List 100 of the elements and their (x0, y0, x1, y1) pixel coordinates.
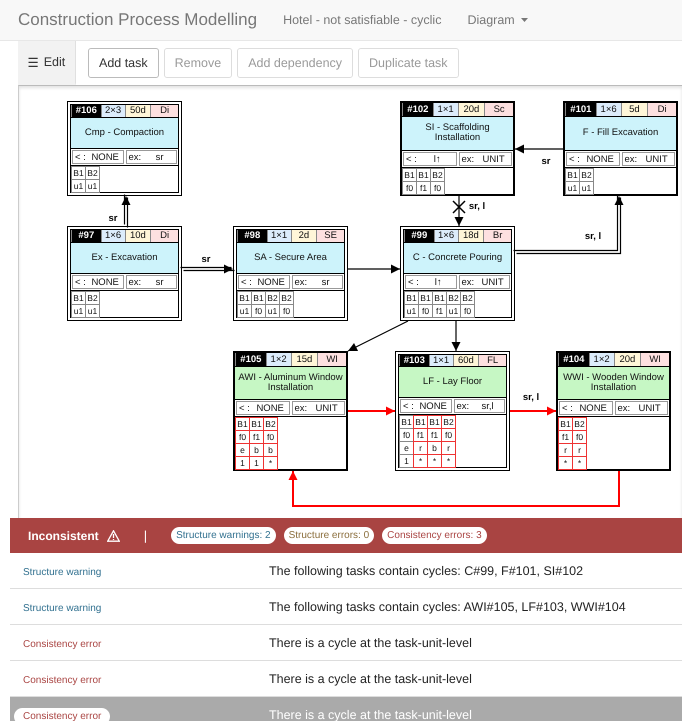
diagram-menu[interactable]: Diagram (467, 13, 528, 27)
task-node[interactable]: #99 1×6 18d Br C - Concrete Pouring < : l↑ ex: UNIT B1 u1 B1 f0 B1 f1 B2 u1 B2 f0 (400, 226, 515, 321)
dependency-arrow[interactable] (515, 144, 563, 154)
task-name: AWI - Aluminum Window Installation (235, 366, 346, 400)
message-row[interactable]: Consistency error There is a cycle at the task-unit-level (10, 697, 682, 721)
unit-cell: u1 (71, 179, 86, 193)
unit-cell: B1 (558, 417, 573, 431)
order-constraint: < : NONE (236, 401, 290, 415)
task-trade: Di (150, 105, 178, 117)
unit-cell: B2 (430, 168, 445, 182)
unit-cell: u1 (71, 304, 86, 318)
task-size: 1×6 (596, 103, 620, 116)
task-name: SI - Scaffolding Installation (402, 116, 513, 151)
exclusion-constraint: ex: sr (292, 275, 343, 289)
app-title[interactable]: Construction Process Modelling (18, 10, 258, 30)
unit-cell: B2 (441, 415, 456, 429)
task-trade: Di (150, 230, 178, 242)
dependency-arrow[interactable] (348, 264, 400, 274)
task-trade: WI (317, 353, 346, 366)
unit-cell: * (413, 454, 428, 468)
task-node[interactable]: #97 1×6 10d Di Ex - Excavation < : NONE ex: sr B1 u1 B2 u1 (67, 226, 182, 321)
unit-cell: f0 (279, 304, 294, 318)
task-node[interactable]: #98 1×1 2d SE SA - Secure Area < : NONE ex: sr B1 u1 B1 f0 B2 u1 B2 f0 (233, 226, 348, 321)
exclusion-constraint: ex: sr (126, 150, 177, 164)
task-name: C - Concrete Pouring (404, 242, 511, 274)
toolbar-button[interactable]: Add task (88, 48, 159, 78)
message-text: There is a cycle at the task-unit-level (269, 636, 472, 650)
exclusion-constraint: ex: UNIT (458, 152, 512, 166)
exclusion-constraint: ex: sr,l (454, 399, 505, 413)
unit-cell: u1 (85, 179, 100, 193)
order-constraint: < : NONE (566, 152, 620, 166)
task-id: #97 (71, 230, 101, 242)
task-duration: 2d (290, 230, 316, 242)
unit-cell: f0 (430, 181, 445, 195)
unit-cell: B1 (413, 415, 428, 429)
unit-cell: B2 (460, 291, 475, 305)
unit-cell: u1 (565, 181, 580, 195)
dependency-label: sr (108, 213, 118, 224)
task-trade: Di (647, 103, 676, 116)
order-constraint: < : NONE (559, 401, 612, 415)
separator: | (144, 528, 148, 543)
unit-cell: B2 (279, 291, 294, 305)
exclusion-constraint: ex: UNIT (614, 401, 668, 415)
message-text: The following tasks contain cycles: AWI#105, LF#103, WWI#104 (269, 600, 626, 614)
dependency-label: sr, l (468, 201, 486, 212)
dependency-arrow[interactable] (454, 196, 464, 226)
task-trade: WI (640, 353, 669, 366)
project-name[interactable]: Hotel - not satisfiable - cyclic (283, 13, 442, 27)
task-name: Cmp - Compaction (71, 118, 178, 149)
unit-cell: u1 (579, 181, 594, 195)
dependency-arrow[interactable] (180, 264, 234, 274)
task-id: #101 (565, 103, 596, 116)
exclusion-constraint: ex: UNIT (292, 401, 345, 415)
unit-cell: f0 (402, 181, 417, 195)
unit-cell: B1 (235, 417, 250, 431)
edit-tab[interactable]: ☰ Edit (18, 41, 76, 85)
task-size: 1×2 (588, 353, 614, 366)
task-node[interactable]: #101 1×6 5d Di F - Fill Excavation < : NONE ex: UNIT B1 u1 B2 u1 (563, 101, 678, 196)
count-badge: Structure warnings: 2 (171, 527, 276, 544)
status-label: Inconsistent (28, 528, 99, 542)
unit-cell: B1 (71, 291, 86, 305)
dependency-label: sr (542, 156, 550, 167)
task-size: 1×6 (434, 230, 458, 242)
unit-cell: B2 (85, 291, 100, 305)
unit-cell: u1 (404, 304, 419, 318)
dependency-arrow[interactable] (452, 321, 460, 351)
message-category: Consistency error (22, 674, 102, 688)
unit-cell: B1 (71, 166, 86, 180)
task-name: WWI - Wooden Window Installation (558, 366, 669, 400)
unit-cell: B1 (237, 291, 252, 305)
task-id: #106 (71, 105, 101, 117)
dependency-arrow[interactable] (348, 320, 408, 352)
unit-cell: B1 (404, 291, 419, 305)
task-node[interactable]: #102 1×1 20d Sc SI - Scaffolding Installation < : l↑ ex: UNIT B1 f0 B1 f1 B2 f0 (400, 101, 515, 196)
unit-cell: 1 (235, 456, 250, 470)
order-constraint: < : NONE (72, 275, 124, 289)
dependency-arrow[interactable] (122, 194, 130, 228)
task-duration: 18d (458, 230, 484, 242)
unit-cell: f0 (460, 304, 475, 318)
task-duration: 15d (290, 353, 318, 366)
task-node[interactable]: #103 1×1 60d FL LF - Lay Floor < : NONE ex: sr,l B1 f0 e 1 B1 f1 r * B1 f1 b * B2 f0 r * (395, 351, 510, 471)
task-id: #98 (237, 230, 267, 242)
task-duration: 20d (458, 103, 484, 116)
task-node[interactable]: #106 2×3 50d Di Cmp - Compaction < : NONE ex: sr B1 u1 B2 u1 (67, 101, 182, 196)
task-node[interactable]: #105 1×2 15d WI AWI - Aluminum Window Installation < : NONE ex: UNIT B1 f0 e 1 B1 f1 b 1 B2 f0 b * (233, 351, 348, 471)
unit-cell: B2 (263, 417, 278, 431)
task-name: Ex - Excavation (71, 242, 178, 274)
task-id: #103 (399, 355, 429, 366)
task-node[interactable]: #104 1×2 20d WI WWI - Wooden Window Installation < : NONE ex: UNIT B1 f1 r * B2 f0 r * (556, 351, 671, 471)
message-category: Consistency error (22, 638, 102, 652)
caret-icon (520, 18, 528, 22)
unit-cell: 1 (399, 454, 414, 468)
count-badge: Structure errors: 0 (284, 527, 374, 544)
task-trade: SE (316, 230, 344, 242)
message-text: The following tasks contain cycles: C#99, F#101, SI#102 (269, 564, 584, 578)
unit-cell: B2 (572, 417, 587, 431)
exclusion-constraint: ex: UNIT (622, 152, 675, 166)
task-duration: 20d (614, 353, 640, 366)
task-trade: Br (483, 230, 511, 242)
dependency-arrow[interactable] (514, 194, 624, 254)
